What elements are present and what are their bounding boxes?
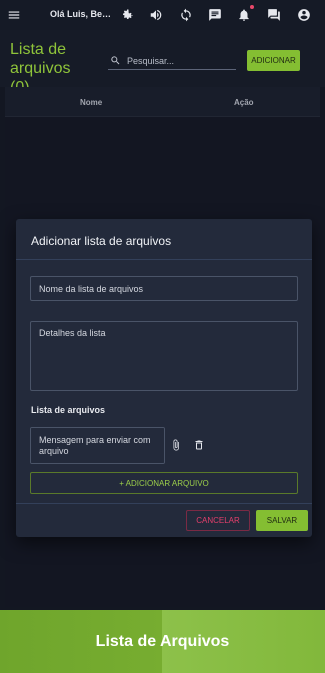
forum-icon[interactable] [266,7,282,23]
add-button[interactable]: ADICIONAR [247,50,300,71]
list-details-field[interactable] [30,321,298,391]
search-icon [111,56,120,65]
account-icon[interactable] [296,7,312,23]
attach-icon[interactable] [170,438,182,452]
divider [16,503,312,504]
message-field[interactable] [30,427,165,464]
banner-text: Lista de Arquivos [95,632,230,650]
menu-icon[interactable] [6,7,22,23]
search-box[interactable] [108,52,236,70]
chat-icon[interactable] [207,7,223,23]
gear-icon[interactable] [119,7,135,23]
notification-dot [250,5,254,9]
volume-icon[interactable] [148,7,164,23]
cancel-button[interactable]: CANCELAR [186,510,250,531]
list-name-field[interactable] [30,276,298,301]
add-file-list-dialog: Adicionar lista de arquivos Lista de arq… [16,219,312,537]
bell-icon[interactable] [236,5,254,23]
files-section-label: Lista de arquivos [31,405,106,415]
dialog-title: Adicionar lista de arquivos [31,234,172,248]
top-bar: Olá Luis, Bem vi... [0,0,325,30]
sync-icon[interactable] [178,7,194,23]
add-file-button[interactable]: + ADICIONAR ARQUIVO [30,472,298,494]
divider [16,259,312,260]
save-button[interactable]: SALVAR [256,510,308,531]
greeting-text: Olá Luis, Bem vi... [50,9,118,19]
footer-banner: Lista de Arquivos [0,610,325,673]
trash-icon[interactable] [193,438,205,452]
search-input[interactable] [127,55,232,66]
